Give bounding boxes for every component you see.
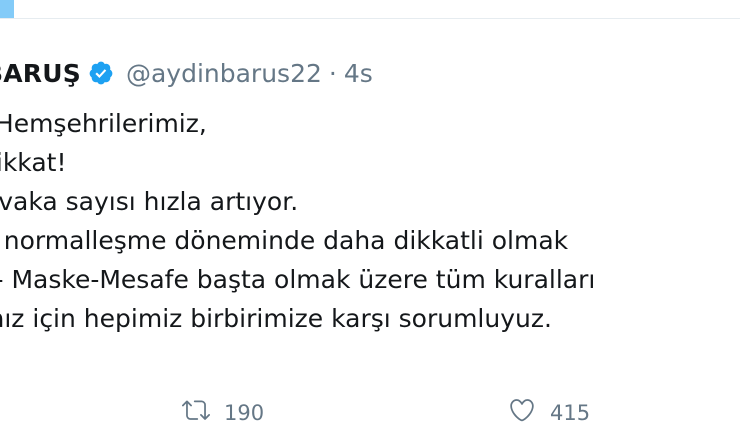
- tweet-actions: 190 415: [0, 396, 740, 426]
- tweet-header: BARUŞ @aydinbarus22 · 4s: [0, 56, 373, 90]
- meta-separator: ·: [328, 58, 337, 88]
- retweet-button[interactable]: 190: [182, 396, 264, 429]
- like-count: 415: [550, 400, 591, 425]
- tweet-timestamp[interactable]: 4s: [344, 59, 373, 88]
- top-accent: [0, 0, 14, 18]
- like-icon: [508, 396, 536, 429]
- tweet-text-line: i Hemşehrilerimiz,: [0, 109, 207, 138]
- retweet-count: 190: [224, 400, 265, 425]
- tweet-text: i Hemşehrilerimiz, dikkat! r vaka sayısı…: [0, 104, 740, 338]
- verified-badge-icon: [88, 60, 114, 86]
- top-divider: [0, 18, 740, 19]
- retweet-icon: [182, 396, 210, 429]
- tweet-text-line: ü normalleşme döneminde daha dikkatli ol…: [0, 226, 569, 255]
- tweet-text-line: k- Maske-Mesafe başta olmak üzere tüm ku…: [0, 265, 596, 294]
- tweet-text-line: mız için hepimiz birbirimize karşı sorum…: [0, 304, 552, 333]
- display-name[interactable]: BARUŞ: [0, 59, 81, 88]
- like-button[interactable]: 415: [508, 396, 590, 429]
- user-handle[interactable]: @aydinbarus22: [126, 59, 322, 88]
- tweet-text-line: dikkat!: [0, 148, 67, 177]
- tweet-text-line: r vaka sayısı hızla artıyor.: [0, 187, 299, 216]
